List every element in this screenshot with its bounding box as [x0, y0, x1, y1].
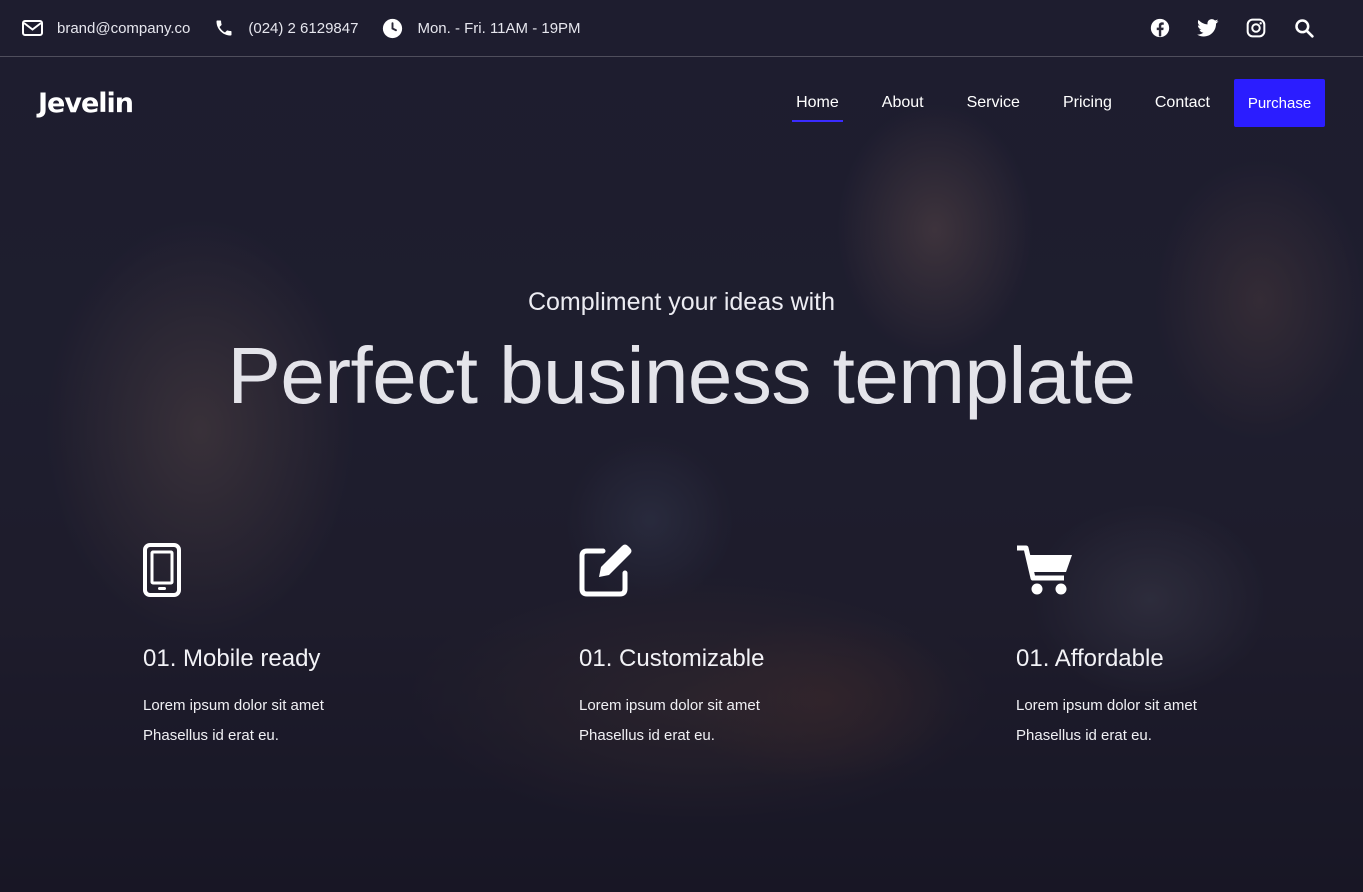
nav-menu: Home About Service Pricing Contact Purch… — [753, 79, 1325, 127]
feature-title: 01. Affordable — [1016, 645, 1164, 672]
nav-service[interactable]: Service — [967, 88, 1020, 118]
feature-desc-line: Phasellus id erat eu. — [1016, 727, 1152, 744]
feature-desc-line: Lorem ipsum dolor sit amet — [1016, 697, 1197, 714]
clock-icon — [383, 18, 403, 38]
nav-pricing[interactable]: Pricing — [1063, 88, 1112, 118]
feature-desc-line: Phasellus id erat eu. — [143, 727, 279, 744]
top-bar: brand@company.co (024) 2 6129847 Mon. - … — [0, 0, 1363, 57]
feature-desc-line: Lorem ipsum dolor sit amet — [143, 697, 324, 714]
phone-icon — [216, 20, 232, 36]
social-links — [1123, 17, 1341, 39]
search-icon[interactable] — [1293, 17, 1315, 39]
topbar-hours: Mon. - Fri. 11AM - 19PM — [382, 18, 581, 39]
envelope-icon — [22, 20, 43, 36]
instagram-icon[interactable] — [1245, 17, 1267, 39]
feature-desc-line: Lorem ipsum dolor sit amet — [579, 697, 760, 714]
feature-mobile-ready: 01. Mobile ready Lorem ipsum dolor sit a… — [143, 543, 403, 751]
hero-title: Perfect business template — [227, 331, 1136, 420]
phone-text: (024) 2 6129847 — [248, 19, 359, 37]
cart-icon — [1017, 545, 1072, 595]
topbar-phone[interactable]: (024) 2 6129847 — [214, 18, 358, 38]
purchase-button[interactable]: Purchase — [1234, 79, 1325, 127]
nav-home[interactable]: Home — [792, 88, 843, 122]
topbar-email[interactable]: brand@company.co — [22, 20, 190, 37]
hours-text: Mon. - Fri. 11AM - 19PM — [417, 19, 581, 37]
site-logo[interactable]: Jevelin — [38, 88, 134, 119]
feature-description: Lorem ipsum dolor sit amet Phasellus id … — [579, 691, 839, 751]
mobile-icon — [143, 543, 181, 597]
feature-desc-line: Phasellus id erat eu. — [579, 727, 715, 744]
feature-description: Lorem ipsum dolor sit amet Phasellus id … — [143, 691, 403, 751]
main-navbar: Jevelin Home About Service Pricing Conta… — [0, 58, 1363, 148]
nav-contact[interactable]: Contact — [1155, 88, 1210, 118]
edit-icon — [579, 544, 632, 597]
nav-about[interactable]: About — [882, 88, 924, 118]
feature-customizable: 01. Customizable Lorem ipsum dolor sit a… — [579, 543, 839, 751]
hero-subtitle: Compliment your ideas with — [527, 288, 836, 316]
feature-affordable: 01. Affordable Lorem ipsum dolor sit ame… — [1016, 543, 1276, 751]
email-text: brand@company.co — [57, 19, 191, 37]
feature-title: 01. Mobile ready — [143, 645, 321, 672]
feature-title: 01. Customizable — [579, 645, 765, 672]
feature-description: Lorem ipsum dolor sit amet Phasellus id … — [1016, 691, 1276, 751]
twitter-icon[interactable] — [1197, 17, 1219, 39]
facebook-icon[interactable] — [1149, 17, 1171, 39]
